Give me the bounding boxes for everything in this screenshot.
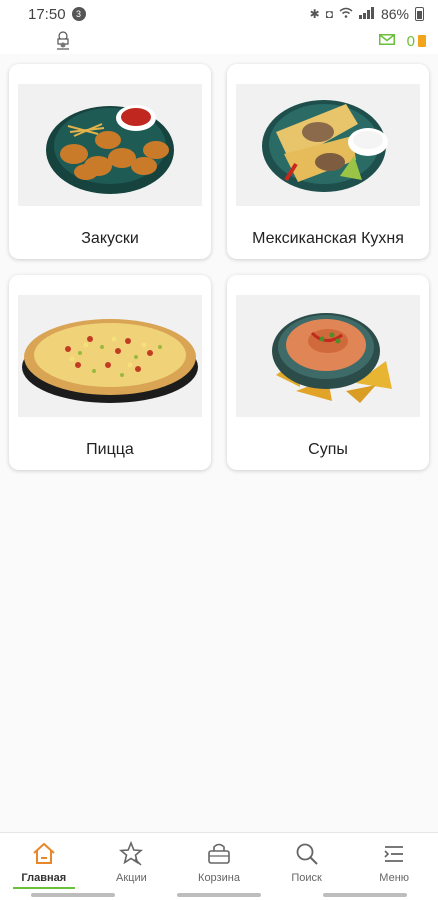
home-icon bbox=[31, 841, 57, 867]
category-card-soups[interactable]: Супы bbox=[227, 275, 429, 470]
nav-label: Акции bbox=[116, 872, 147, 884]
category-card-snacks[interactable]: Закуски bbox=[9, 64, 211, 259]
category-label: Мексиканская Кухня bbox=[252, 230, 404, 247]
battery-icon bbox=[415, 7, 424, 21]
gesture-pill bbox=[323, 893, 407, 897]
soup-image bbox=[236, 295, 420, 417]
system-gesture-bar bbox=[0, 890, 438, 900]
search-icon bbox=[294, 841, 320, 867]
status-left: 17:50 3 bbox=[28, 6, 86, 23]
gesture-pill bbox=[177, 893, 261, 897]
app-header: 0 bbox=[0, 28, 438, 54]
status-bar: 17:50 3 ✱ ◘ 86% bbox=[0, 0, 438, 28]
wifi-icon bbox=[339, 7, 353, 21]
category-grid: Закуски Мексиканская Кухня Пицца Супы bbox=[9, 64, 429, 470]
category-card-mexican[interactable]: Мексиканская Кухня bbox=[227, 64, 429, 259]
status-time: 17:50 bbox=[28, 5, 66, 23]
header-actions: 0 bbox=[378, 32, 426, 50]
gesture-pill bbox=[31, 893, 115, 897]
battery-percent: 86% bbox=[380, 6, 409, 22]
bluetooth-icon: ✱ bbox=[309, 7, 320, 21]
active-indicator bbox=[12, 887, 75, 889]
cart-count: 0 bbox=[406, 32, 415, 50]
cart-mini-icon bbox=[418, 35, 426, 47]
category-label: Закуски bbox=[81, 230, 139, 247]
status-right: ✱ ◘ 86% bbox=[310, 6, 424, 22]
star-percent-icon bbox=[118, 841, 144, 867]
nav-label: Главная bbox=[21, 872, 67, 884]
category-label: Пицца bbox=[86, 441, 134, 458]
nav-label: Поиск bbox=[291, 872, 322, 884]
nav-label: Меню bbox=[379, 872, 410, 884]
mail-icon[interactable] bbox=[378, 32, 395, 50]
category-label: Супы bbox=[308, 441, 348, 458]
nav-label: Корзина bbox=[198, 872, 240, 884]
notification-badge: 3 bbox=[71, 7, 86, 21]
alarm-icon: ◘ bbox=[325, 7, 333, 21]
burrito-image bbox=[236, 84, 420, 206]
pizza-image bbox=[18, 295, 202, 417]
header-cart[interactable]: 0 bbox=[407, 33, 426, 50]
category-card-pizza[interactable]: Пицца bbox=[9, 275, 211, 470]
chicken-wings-image bbox=[18, 84, 202, 206]
menu-icon bbox=[381, 841, 407, 867]
basket-icon bbox=[206, 841, 232, 867]
chef-logo-icon[interactable] bbox=[52, 30, 74, 52]
signal-icon bbox=[358, 6, 375, 22]
